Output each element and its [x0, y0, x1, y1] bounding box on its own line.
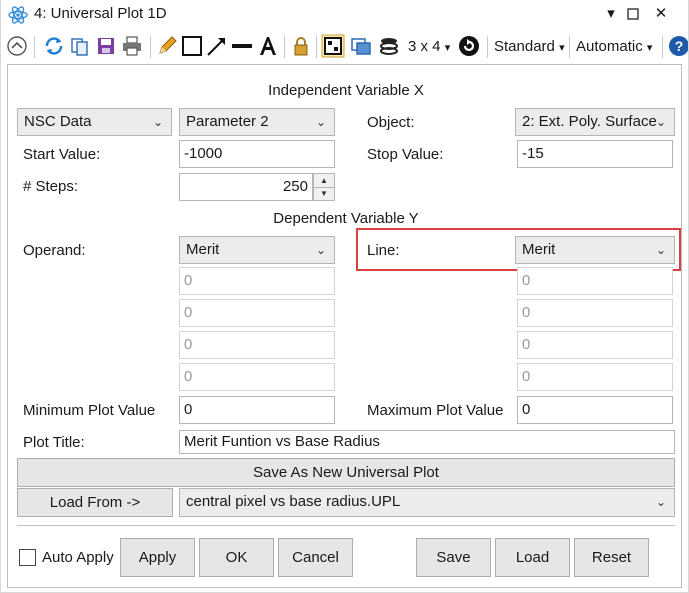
- line-param-3: 0: [517, 331, 673, 359]
- load-file-value: central pixel vs base radius.UPL: [186, 493, 401, 510]
- steps-stepper[interactable]: ▲ ▼: [313, 173, 335, 201]
- line-value: Merit: [522, 241, 556, 258]
- line-param-1: 0: [517, 267, 673, 295]
- operand-param-3: 0: [179, 331, 335, 359]
- windows-icon[interactable]: [349, 34, 373, 58]
- collapse-up-icon[interactable]: [5, 34, 29, 58]
- chevron-down-icon: ⌄: [152, 115, 163, 129]
- layout-label: 3 x 4: [408, 38, 441, 55]
- chevron-down-icon: ⌄: [315, 243, 326, 257]
- line-select[interactable]: Merit ⌄: [515, 236, 675, 264]
- stepper-down-icon[interactable]: ▼: [314, 187, 334, 200]
- rectangle-icon[interactable]: [180, 34, 204, 58]
- steps-input[interactable]: 250: [179, 173, 313, 201]
- toolbar-separator: [284, 36, 285, 58]
- operand-label: Operand:: [23, 242, 86, 259]
- print-icon[interactable]: [120, 34, 144, 58]
- chevron-down-icon: ▾: [646, 42, 653, 54]
- independent-heading: Independent Variable X: [268, 82, 424, 99]
- save-button[interactable]: Save: [416, 538, 491, 577]
- reset-button[interactable]: Reset: [574, 538, 649, 577]
- operand-select[interactable]: Merit ⌄: [179, 236, 335, 264]
- arrow-line-icon[interactable]: [205, 34, 229, 58]
- automatic-label: Automatic: [576, 38, 643, 55]
- copy-icon[interactable]: [68, 34, 92, 58]
- toolbar-separator: [569, 36, 570, 58]
- pencil-icon[interactable]: [155, 34, 179, 58]
- load-file-select[interactable]: central pixel vs base radius.UPL ⌄: [179, 488, 675, 517]
- close-button[interactable]: ✕: [648, 2, 674, 26]
- start-value-input[interactable]: -1000: [179, 140, 335, 168]
- operand-param-2: 0: [179, 299, 335, 327]
- load-from-button[interactable]: Load From ->: [17, 488, 173, 517]
- max-plot-label: Maximum Plot Value: [367, 402, 504, 419]
- start-value-label: Start Value:: [23, 146, 101, 163]
- chevron-down-icon: ⌄: [655, 495, 666, 509]
- auto-apply-label: Auto Apply: [42, 549, 114, 566]
- grid-layout-icon[interactable]: [321, 34, 345, 58]
- ok-button[interactable]: OK: [199, 538, 274, 577]
- layers-icon[interactable]: [377, 34, 401, 58]
- restore-icon: [627, 8, 639, 20]
- apply-button[interactable]: Apply: [120, 538, 195, 577]
- parameter-select[interactable]: Parameter 2 ⌄: [179, 108, 335, 136]
- object-label: Object:: [367, 114, 415, 131]
- minimize-button[interactable]: ▾: [598, 2, 624, 26]
- help-icon[interactable]: ?: [667, 34, 689, 58]
- line-icon[interactable]: [230, 34, 254, 58]
- min-plot-input[interactable]: 0: [179, 396, 335, 424]
- line-label: Line:: [367, 242, 400, 259]
- chevron-down-icon: ⌄: [315, 115, 326, 129]
- stop-value-input[interactable]: -15: [517, 140, 673, 168]
- restore-button[interactable]: [622, 2, 644, 26]
- steps-label: # Steps:: [23, 178, 79, 195]
- atom-icon: [8, 6, 28, 24]
- svg-text:?: ?: [675, 38, 684, 54]
- window-title: 4: Universal Plot 1D: [34, 5, 167, 22]
- toolbar-separator: [34, 36, 35, 58]
- chevron-down-icon: ⌄: [655, 243, 666, 257]
- save-new-plot-button[interactable]: Save As New Universal Plot: [17, 458, 675, 487]
- refresh-icon[interactable]: [42, 34, 66, 58]
- operand-value: Merit: [186, 241, 220, 258]
- divider: [17, 525, 675, 526]
- data-type-select[interactable]: NSC Data ⌄: [17, 108, 172, 136]
- load-button[interactable]: Load: [495, 538, 570, 577]
- rotate-icon[interactable]: [457, 34, 481, 58]
- line-param-4: 0: [517, 363, 673, 391]
- object-select[interactable]: 2: Ext. Poly. Surface ⌄: [515, 108, 675, 136]
- lock-icon[interactable]: [289, 34, 313, 58]
- stop-value-label: Stop Value:: [367, 146, 444, 163]
- parameter-value: Parameter 2: [186, 113, 269, 130]
- plot-title-label: Plot Title:: [23, 434, 85, 451]
- text-icon[interactable]: [256, 34, 280, 58]
- auto-apply-checkbox[interactable]: [19, 549, 36, 566]
- min-plot-label: Minimum Plot Value: [23, 402, 156, 419]
- save-icon[interactable]: [94, 34, 118, 58]
- cancel-button[interactable]: Cancel: [278, 538, 353, 577]
- data-type-value: NSC Data: [24, 113, 92, 130]
- operand-param-1: 0: [179, 267, 335, 295]
- automatic-dropdown[interactable]: Automatic ▾: [576, 38, 652, 55]
- chevron-down-icon: ▾: [444, 42, 451, 54]
- chevron-down-icon: ▾: [559, 42, 565, 54]
- operand-param-4: 0: [179, 363, 335, 391]
- toolbar-separator: [662, 36, 663, 58]
- object-value: 2: Ext. Poly. Surface: [522, 113, 657, 130]
- dependent-heading: Dependent Variable Y: [273, 210, 419, 227]
- toolbar-separator: [150, 36, 151, 58]
- chevron-down-icon: ⌄: [655, 115, 666, 129]
- toolbar-separator: [316, 36, 317, 58]
- standard-dropdown[interactable]: Standard ▾: [494, 38, 565, 55]
- layout-dropdown[interactable]: 3 x 4 ▾: [408, 38, 450, 55]
- plot-title-input[interactable]: Merit Funtion vs Base Radius: [179, 430, 675, 454]
- stepper-up-icon[interactable]: ▲: [314, 174, 334, 188]
- max-plot-input[interactable]: 0: [517, 396, 673, 424]
- standard-label: Standard: [494, 38, 555, 55]
- toolbar: 3 x 4 ▾ Standard ▾ Automatic ▾ ?: [0, 30, 689, 64]
- title-bar: 4: Universal Plot 1D ▾ ✕: [0, 0, 689, 30]
- line-param-2: 0: [517, 299, 673, 327]
- toolbar-separator: [487, 36, 488, 58]
